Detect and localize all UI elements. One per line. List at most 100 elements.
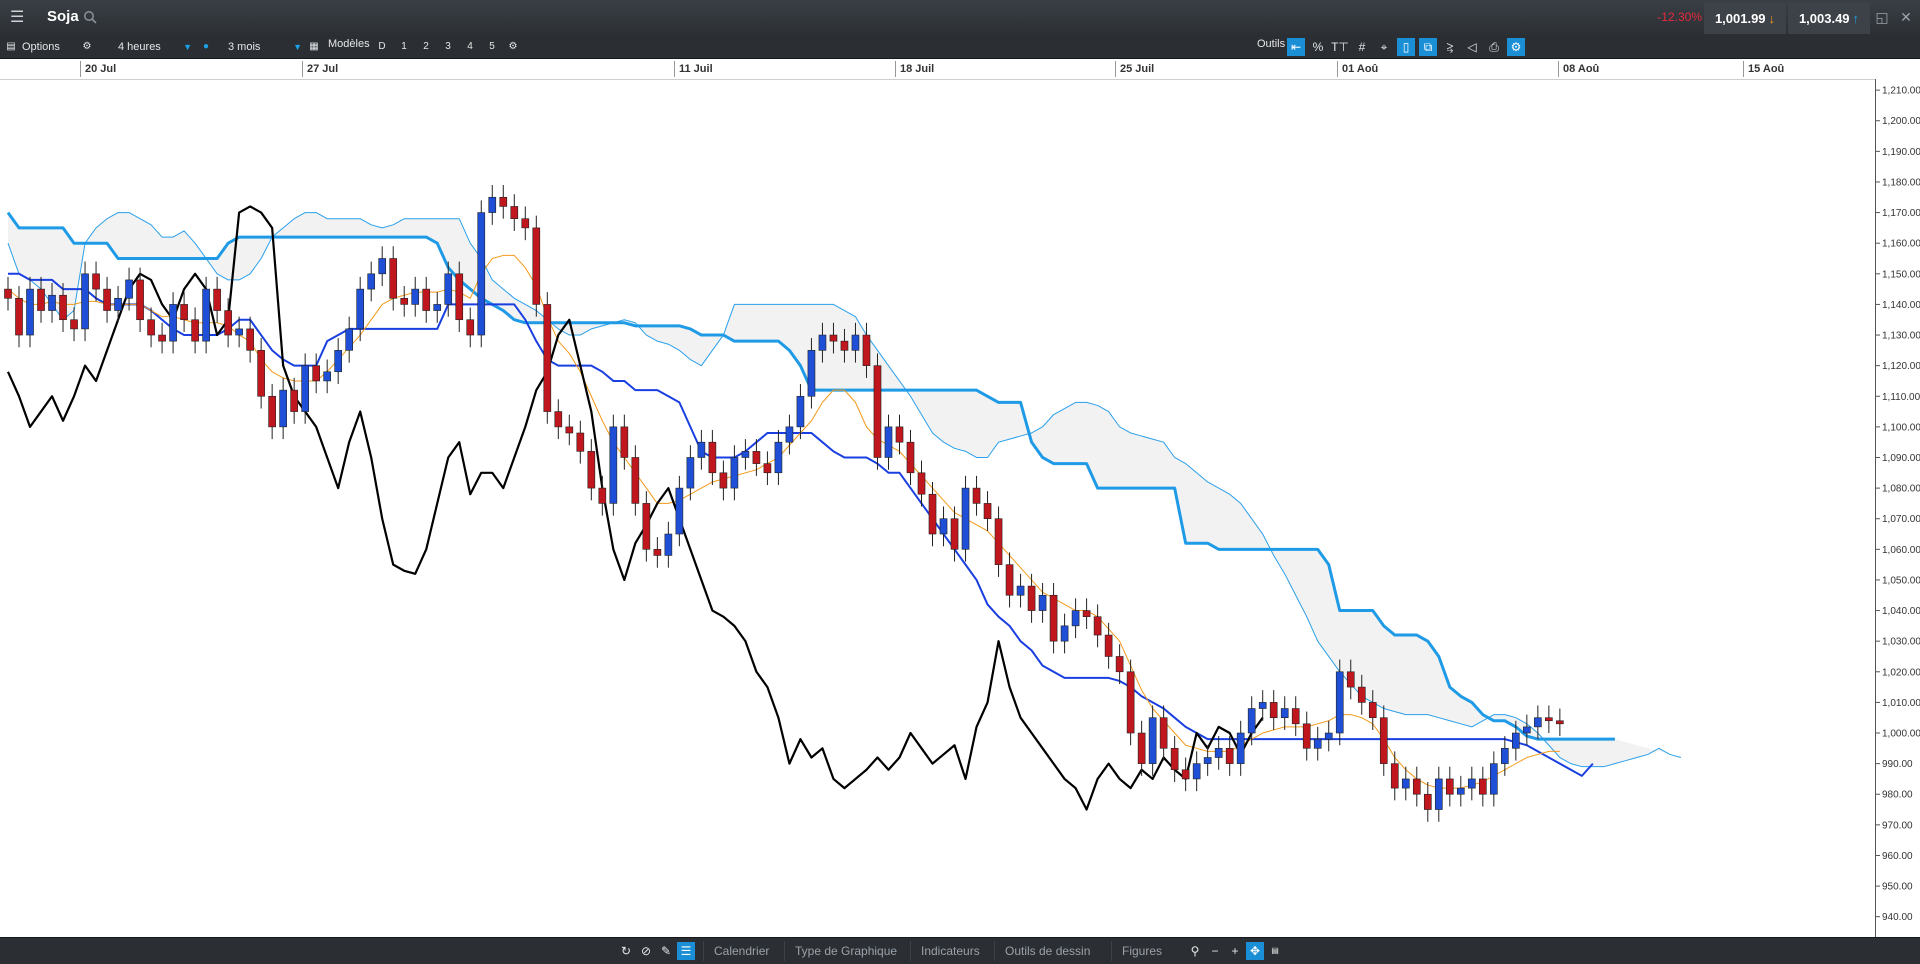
y-tick-label: 1,020.00 bbox=[1882, 667, 1920, 678]
candle bbox=[752, 451, 761, 464]
hamburger-menu-icon[interactable]: ☰ bbox=[10, 10, 26, 26]
price-chart[interactable] bbox=[0, 79, 1875, 937]
buy-price-button[interactable]: 1,003.49 ↑ bbox=[1788, 2, 1870, 34]
candle bbox=[433, 304, 442, 311]
zoom-out-icon[interactable]: − bbox=[1206, 942, 1224, 960]
candle bbox=[1049, 594, 1058, 642]
y-tick-label: 1,120.00 bbox=[1882, 361, 1920, 372]
y-tick-label: 1,040.00 bbox=[1882, 606, 1920, 617]
y-tick-label: 960.00 bbox=[1882, 851, 1913, 862]
layers-icon[interactable]: ☰ bbox=[677, 942, 695, 960]
candle bbox=[1534, 717, 1542, 728]
date-label: 08 Aoû bbox=[1558, 61, 1599, 77]
y-tick-label: 1,170.00 bbox=[1882, 208, 1920, 219]
candle bbox=[708, 441, 717, 474]
model-slot-3[interactable]: 3 bbox=[440, 39, 456, 55]
zoom-in-icon[interactable]: + bbox=[1226, 942, 1244, 960]
scale-icon[interactable]: ▤ bbox=[1266, 942, 1284, 960]
candle bbox=[1071, 610, 1080, 627]
clear-icon[interactable]: ⊘ bbox=[637, 942, 655, 960]
candle bbox=[1412, 778, 1421, 795]
candle bbox=[235, 328, 243, 336]
y-tick-label: 1,010.00 bbox=[1882, 698, 1920, 709]
candle bbox=[279, 389, 287, 428]
model-slot-4[interactable]: 4 bbox=[462, 39, 478, 55]
zoom-icon[interactable]: ⚲ bbox=[1186, 942, 1204, 960]
y-tick-label: 950.00 bbox=[1882, 882, 1913, 893]
tag-icon[interactable]: ◁ bbox=[1463, 38, 1481, 56]
candle bbox=[598, 487, 607, 504]
indicator-icon[interactable]: ⥸ bbox=[1441, 38, 1459, 56]
candle bbox=[466, 319, 475, 336]
candle bbox=[774, 441, 783, 474]
candle bbox=[81, 273, 89, 330]
candle bbox=[59, 294, 67, 321]
y-tick-label: 1,080.00 bbox=[1882, 484, 1920, 495]
candle bbox=[741, 451, 750, 458]
candle bbox=[521, 218, 530, 229]
options-icon[interactable]: ▤ bbox=[3, 39, 19, 55]
detach-window-icon[interactable]: ◱ bbox=[1874, 9, 1890, 25]
model-slot-2[interactable]: 2 bbox=[418, 39, 434, 55]
date-label: 27 Jul bbox=[302, 61, 338, 77]
y-tick-label: 1,030.00 bbox=[1882, 637, 1920, 648]
candle bbox=[565, 426, 574, 434]
sell-arrow-icon: ↓ bbox=[1768, 10, 1776, 26]
link-icon[interactable]: ⧉ bbox=[1419, 38, 1437, 56]
candle bbox=[917, 472, 926, 495]
candlestick-icon[interactable]: ▯ bbox=[1397, 38, 1415, 56]
calendar-icon[interactable]: ▦ bbox=[306, 39, 322, 55]
tools-label: Outils bbox=[1257, 38, 1286, 50]
close-icon[interactable]: ✕ bbox=[1898, 9, 1914, 25]
candle bbox=[1357, 686, 1366, 703]
candle bbox=[631, 457, 640, 504]
model-slot-d[interactable]: D bbox=[374, 39, 390, 55]
interval-select[interactable]: 4 heures ▼ bbox=[112, 38, 196, 56]
search-icon[interactable] bbox=[83, 10, 97, 24]
fit-icon[interactable]: ✥ bbox=[1246, 942, 1264, 960]
candle bbox=[378, 258, 387, 275]
candle bbox=[422, 288, 431, 311]
percent-icon[interactable]: % bbox=[1309, 38, 1327, 56]
grid-icon[interactable]: # bbox=[1353, 38, 1371, 56]
candle bbox=[664, 533, 673, 556]
range-select[interactable]: 3 mois ▼ bbox=[222, 38, 306, 56]
candle bbox=[323, 371, 331, 382]
candle bbox=[1082, 610, 1091, 617]
tab-calendrier[interactable]: Calendrier bbox=[703, 941, 779, 961]
candle bbox=[312, 365, 320, 382]
candle bbox=[1258, 702, 1267, 709]
crosshair-icon[interactable]: ⌖ bbox=[1375, 38, 1393, 56]
candle bbox=[653, 549, 662, 556]
candle bbox=[246, 328, 254, 351]
text-icon[interactable]: T⊤ bbox=[1331, 38, 1349, 56]
candle bbox=[1005, 564, 1014, 596]
candle bbox=[1137, 732, 1146, 764]
candle bbox=[1126, 671, 1135, 734]
model-slot-5[interactable]: 5 bbox=[484, 39, 500, 55]
y-tick-label: 1,140.00 bbox=[1882, 300, 1920, 311]
tab-figures[interactable]: Figures bbox=[1111, 941, 1172, 961]
y-tick-label: 1,100.00 bbox=[1882, 422, 1920, 433]
arrow-left-icon[interactable]: ⇤ bbox=[1287, 38, 1305, 56]
refresh-icon[interactable]: ↻ bbox=[617, 942, 635, 960]
lock-icon[interactable]: ● bbox=[198, 39, 214, 55]
model-settings-icon[interactable]: ⚙ bbox=[505, 39, 521, 55]
sell-price-button[interactable]: 1,001.99 ↓ bbox=[1704, 2, 1786, 34]
candle bbox=[1456, 787, 1465, 795]
tab-type-graphique[interactable]: Type de Graphique bbox=[784, 941, 907, 961]
candle bbox=[829, 334, 838, 342]
candle bbox=[158, 334, 166, 342]
tab-indicateurs[interactable]: Indicateurs bbox=[910, 941, 990, 961]
candle bbox=[697, 441, 706, 458]
print-icon[interactable]: ⎙ bbox=[1485, 38, 1503, 56]
candle bbox=[796, 395, 805, 428]
candle bbox=[884, 426, 893, 458]
tab-outils-dessin[interactable]: Outils de dessin bbox=[994, 941, 1100, 961]
buy-arrow-icon: ↑ bbox=[1852, 10, 1860, 26]
pencil-icon[interactable]: ✎ bbox=[657, 942, 675, 960]
model-slot-1[interactable]: 1 bbox=[396, 39, 412, 55]
settings-icon[interactable]: ⚙ bbox=[1507, 38, 1525, 56]
options-button[interactable]: Options bbox=[22, 36, 60, 58]
gear-icon[interactable]: ⚙ bbox=[79, 39, 95, 55]
